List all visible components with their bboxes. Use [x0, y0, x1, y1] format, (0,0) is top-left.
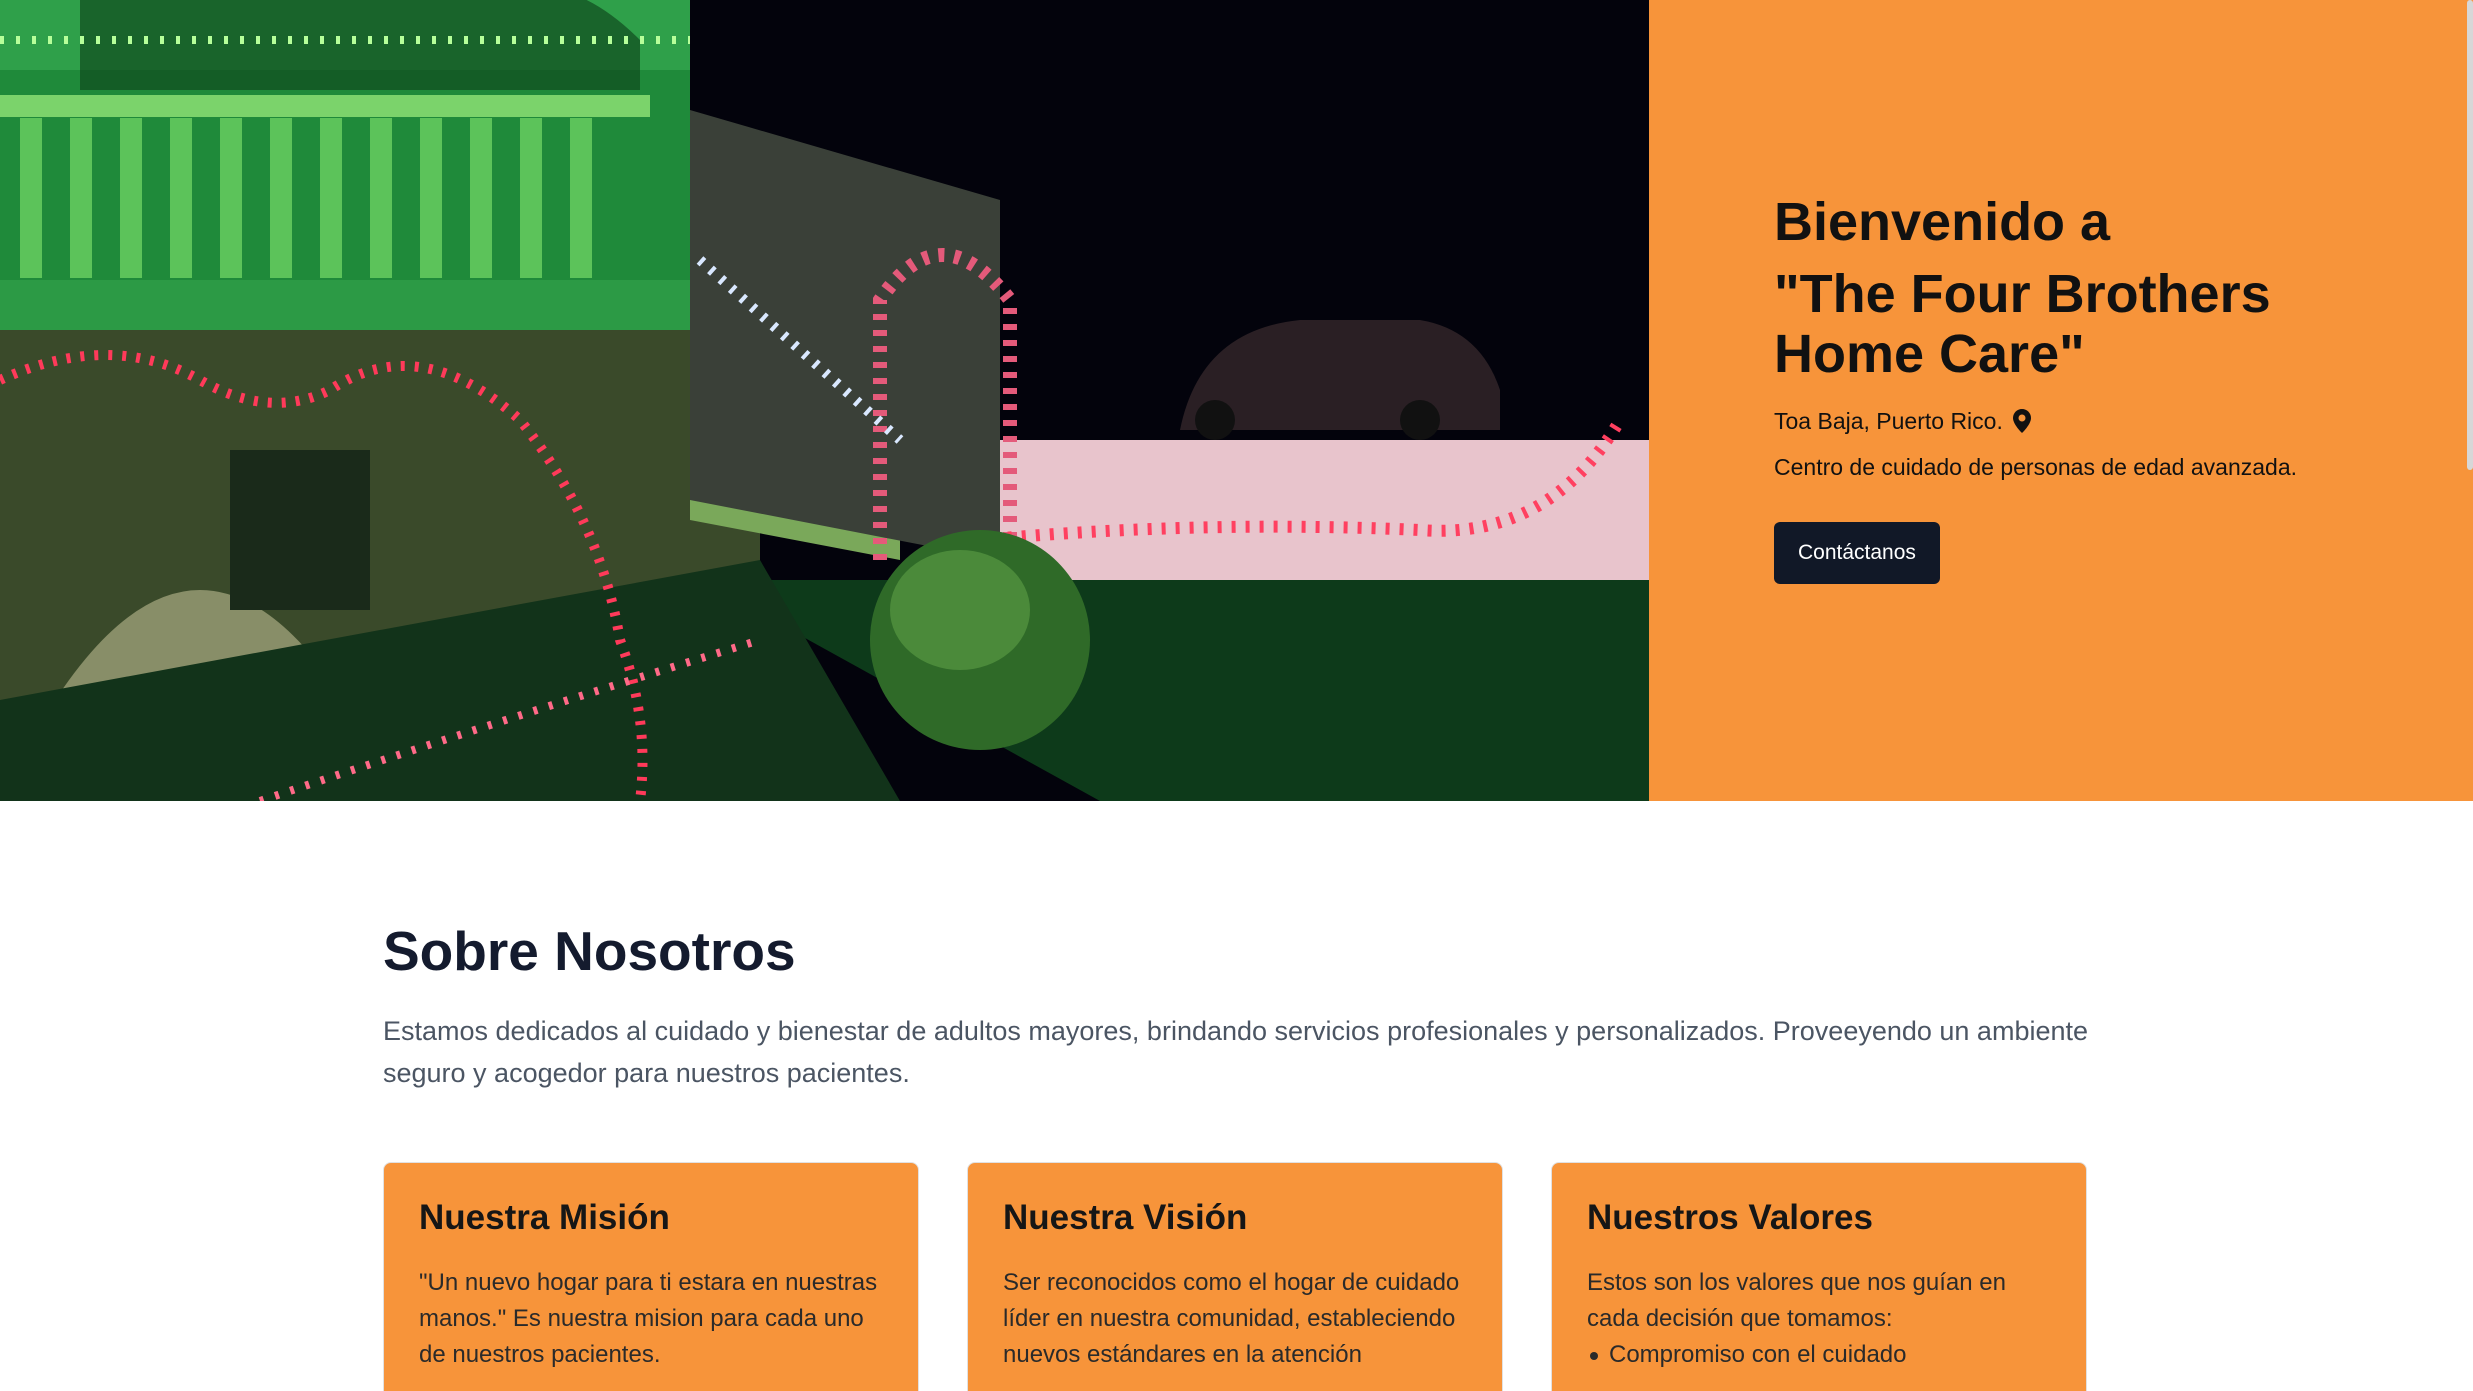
hero-section: Bienvenido a "The Four Brothers Home Car… [0, 0, 2473, 801]
vision-card: Nuestra Visión Ser reconocidos como el h… [967, 1162, 1503, 1391]
contact-button[interactable]: Contáctanos [1774, 522, 1940, 584]
map-pin-icon [2012, 409, 2031, 433]
hero-title: Bienvenido a "The Four Brothers Home Car… [1774, 192, 2434, 384]
values-card: Nuestros Valores Estos son los valores q… [1551, 1162, 2087, 1391]
about-section: Sobre Nosotros Estamos dedicados al cuid… [383, 920, 2093, 1094]
mission-title: Nuestra Misión [419, 1198, 670, 1237]
mission-text: "Un nuevo hogar para ti estara en nuestr… [419, 1269, 878, 1368]
hero-description: Centro de cuidado de personas de edad av… [1774, 454, 2298, 480]
vision-title: Nuestra Visión [1003, 1198, 1248, 1237]
values-list: Compromiso con el cuidado [1587, 1337, 2051, 1373]
mission-card: Nuestra Misión "Un nuevo hogar para ti e… [383, 1162, 919, 1391]
vision-text: Ser reconocidos como el hogar de cuidado… [1003, 1269, 1460, 1368]
hero-location: Toa Baja, Puerto Rico. [1774, 406, 2434, 436]
hero-title-line-1: Bienvenido a [1774, 192, 2111, 252]
hero-content: Bienvenido a "The Four Brothers Home Car… [1774, 192, 2434, 584]
cards-row: Nuestra Misión "Un nuevo hogar para ti e… [383, 1162, 2088, 1391]
hero-title-line-3: Home Care" [1774, 324, 2085, 384]
hero-title-line-2: "The Four Brothers [1774, 264, 2271, 324]
list-item: Compromiso con el cuidado [1587, 1337, 2051, 1373]
about-text: Estamos dedicados al cuidado y bienestar… [383, 1016, 2089, 1088]
hero-panel: Bienvenido a "The Four Brothers Home Car… [1649, 0, 2473, 801]
scrollbar[interactable] [2467, 0, 2473, 470]
page: Bienvenido a "The Four Brothers Home Car… [0, 0, 2473, 1391]
about-title: Sobre Nosotros [383, 920, 796, 982]
house-christmas-lights-illustration [0, 0, 1649, 801]
hero-photo [0, 0, 1649, 801]
location-text: Toa Baja, Puerto Rico. [1774, 408, 2003, 434]
values-text: Estos son los valores que nos guían en c… [1587, 1269, 2006, 1332]
values-title: Nuestros Valores [1587, 1198, 1873, 1237]
